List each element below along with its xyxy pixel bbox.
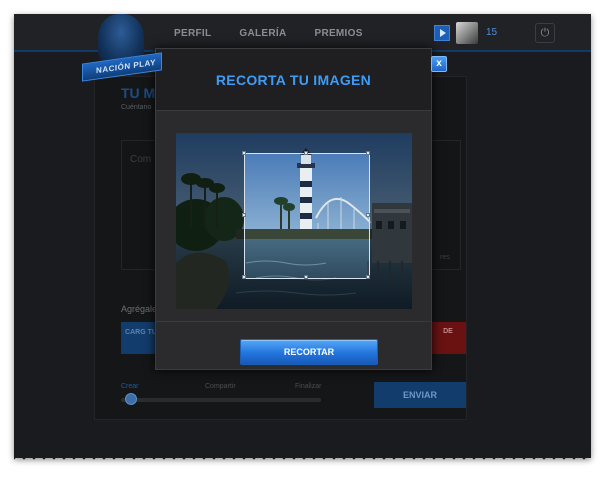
- crop-shade-top: [176, 133, 412, 153]
- points-count: 15: [486, 27, 498, 38]
- crop-handle-bottom[interactable]: [304, 275, 308, 279]
- crop-handle-top-right[interactable]: [366, 151, 370, 155]
- progress-track: [121, 398, 321, 402]
- crop-handle-top-left[interactable]: [242, 151, 246, 155]
- crop-shade-bottom: [176, 279, 412, 309]
- crop-handle-right[interactable]: [366, 213, 370, 217]
- message-field-placeholder: Com: [130, 154, 152, 165]
- crop-selection-box[interactable]: [242, 151, 370, 279]
- add-media-label: Agrégale: [121, 304, 158, 314]
- crop-button[interactable]: RECORTAR: [240, 339, 378, 365]
- red-action-button[interactable]: DE: [430, 322, 466, 354]
- progress-knob[interactable]: [125, 393, 137, 405]
- crop-handle-bottom-right[interactable]: [366, 275, 370, 279]
- crop-shade-right: [370, 153, 412, 279]
- background-title: TU M: [121, 85, 156, 101]
- flag-icon[interactable]: [434, 25, 450, 41]
- main-nav: PERFIL GALERÍA PREMIOS: [174, 14, 363, 52]
- crop-handle-left[interactable]: [242, 213, 246, 217]
- power-icon[interactable]: ⏻: [535, 23, 555, 43]
- modal-header: RECORTA TU IMAGEN: [156, 49, 431, 111]
- character-counter: res: [440, 254, 450, 261]
- avatar[interactable]: [456, 22, 478, 44]
- modal-title: RECORTA TU IMAGEN: [215, 72, 372, 88]
- close-icon[interactable]: x: [431, 56, 447, 72]
- torn-edge: [14, 450, 591, 464]
- step-compartir: Compartir: [205, 383, 236, 390]
- nav-item-perfil[interactable]: PERFIL: [174, 28, 211, 39]
- progress-steps: Crear Compartir Finalizar: [121, 383, 321, 395]
- logo[interactable]: NACIÓN PLAY: [80, 14, 166, 82]
- crop-shade-left: [176, 153, 244, 279]
- step-crear: Crear: [121, 383, 139, 390]
- crop-handle-top[interactable]: [304, 151, 308, 155]
- crop-image-area[interactable]: [176, 133, 412, 309]
- nav-item-premios[interactable]: PREMIOS: [314, 28, 362, 39]
- crop-handle-bottom-left[interactable]: [242, 275, 246, 279]
- background-subtitle: Cuéntano: [121, 104, 152, 111]
- modal-divider: [156, 321, 431, 322]
- crop-modal: RECORTA TU IMAGEN RECORTAR: [155, 48, 432, 370]
- send-button[interactable]: ENVIAR: [374, 382, 466, 408]
- step-finalizar: Finalizar: [295, 383, 322, 390]
- nav-item-galeria[interactable]: GALERÍA: [239, 28, 286, 39]
